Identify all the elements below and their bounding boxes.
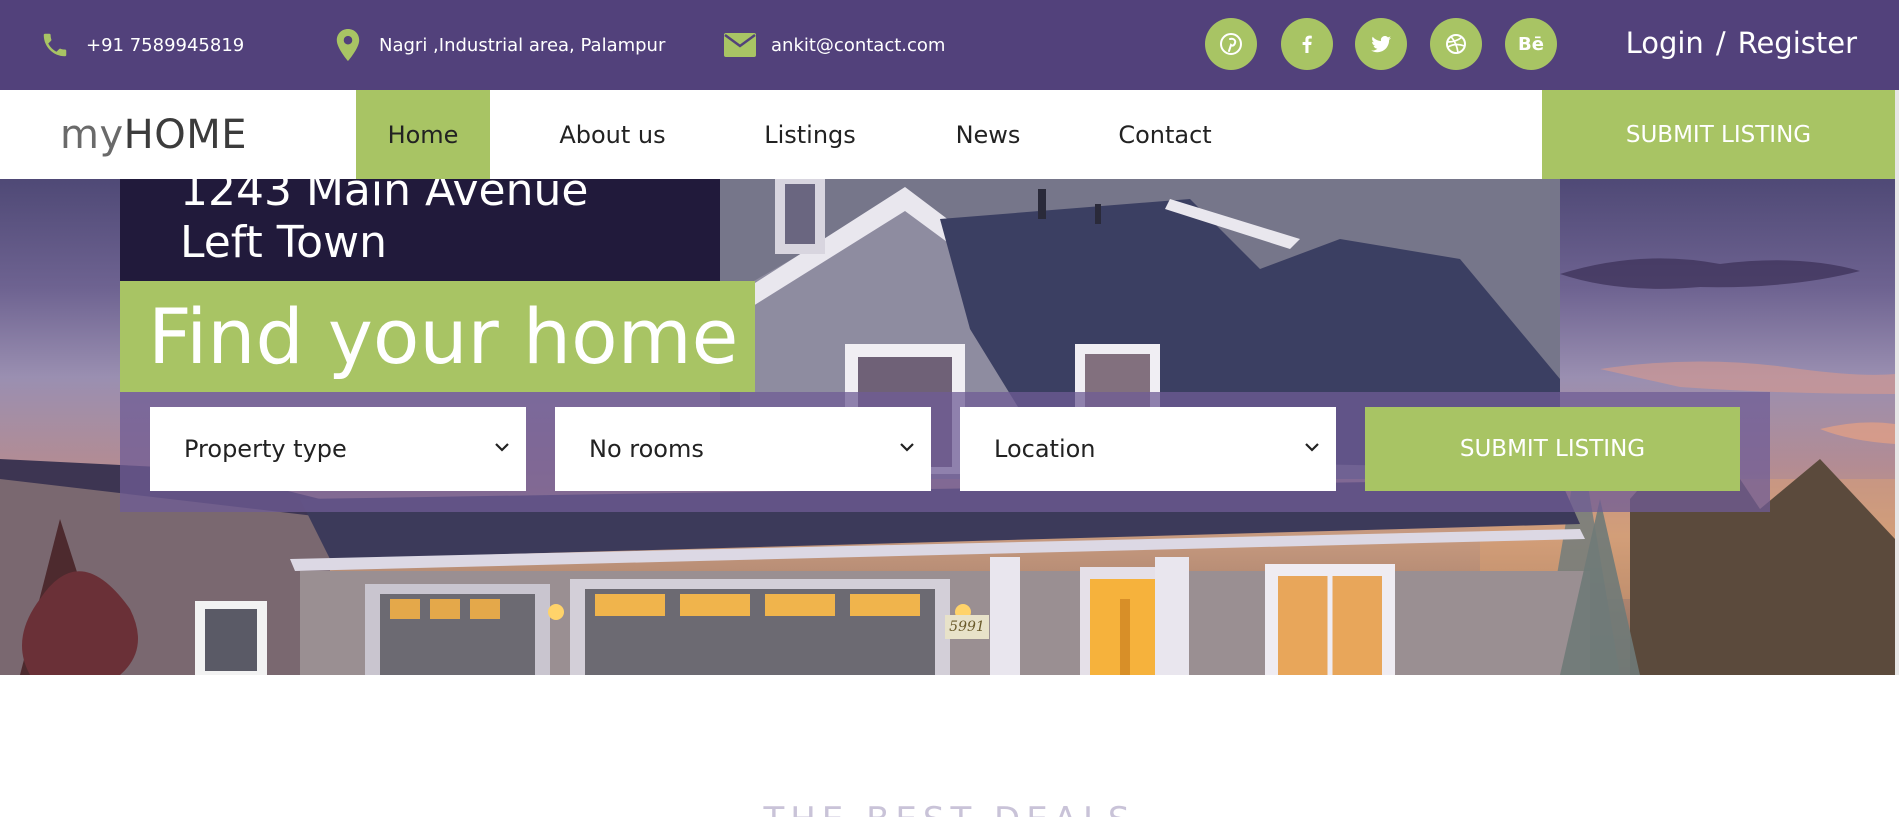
address-panel: 1243 Main Avenue Left Town [120, 179, 720, 281]
house-number-plate: 5991 [945, 615, 989, 639]
rooms-value: No rooms [589, 435, 704, 463]
location-select[interactable]: Location [960, 407, 1336, 491]
envelope-icon [723, 28, 757, 62]
pinterest-icon [1220, 33, 1242, 55]
email-text: ankit@contact.com [771, 34, 946, 56]
phone-icon [38, 28, 72, 62]
hero-headline: Find your home [120, 281, 755, 392]
submit-listing-button[interactable]: SUBMIT LISTING [1542, 90, 1895, 179]
contact-email[interactable]: ankit@contact.com [723, 0, 945, 90]
facebook-button[interactable] [1281, 18, 1333, 70]
phone-number: +91 7589945819 [86, 34, 245, 56]
address-line-2: Left Town [180, 217, 387, 268]
rooms-select[interactable]: No rooms [555, 407, 931, 491]
address-line-1: 1243 Main Avenue [180, 179, 589, 216]
property-type-value: Property type [184, 435, 347, 463]
search-submit-button[interactable]: SUBMIT LISTING [1365, 407, 1740, 491]
property-search-form: Property type No rooms Location SUBMIT L… [120, 392, 1770, 512]
chevron-down-icon [495, 443, 509, 452]
logo-my: my [60, 111, 124, 158]
dribbble-icon [1446, 34, 1466, 54]
behance-icon: Bē [1518, 33, 1544, 55]
contact-address: Nagri ,Industrial area, Palampur [331, 0, 665, 90]
facebook-icon [1302, 35, 1312, 53]
property-type-select[interactable]: Property type [150, 407, 526, 491]
auth-links: Login / Register [1626, 26, 1857, 60]
chevron-down-icon [1305, 443, 1319, 452]
twitter-button[interactable] [1355, 18, 1407, 70]
nav-home[interactable]: Home [356, 90, 490, 179]
page-scrollbar[interactable] [1895, 90, 1899, 675]
section-title: THE BEST DEALS [0, 800, 1899, 817]
hero-banner: 5991 1243 Main Avenue Left Town Find you… [0, 179, 1895, 675]
login-link[interactable]: Login [1626, 26, 1704, 60]
address-text: Nagri ,Industrial area, Palampur [379, 34, 666, 56]
pinterest-button[interactable] [1205, 18, 1257, 70]
location-value: Location [994, 435, 1096, 463]
register-link[interactable]: Register [1738, 26, 1857, 60]
top-contact-bar: +91 7589945819 Nagri ,Industrial area, P… [0, 0, 1899, 90]
twitter-icon [1371, 35, 1391, 53]
logo-home: HOME [123, 111, 247, 158]
auth-separator: / [1715, 26, 1726, 60]
site-logo[interactable]: my HOME [60, 90, 247, 179]
house-number: 5991 [949, 619, 985, 635]
nav-listings[interactable]: Listings [740, 90, 880, 179]
location-pin-icon [331, 28, 365, 62]
main-nav: my HOME Home About us Listings News Conta… [0, 90, 1899, 179]
dribbble-button[interactable] [1430, 18, 1482, 70]
contact-phone[interactable]: +91 7589945819 [38, 0, 244, 90]
nav-news[interactable]: News [940, 90, 1036, 179]
behance-button[interactable]: Bē [1505, 18, 1557, 70]
nav-about-us[interactable]: About us [540, 90, 685, 179]
chevron-down-icon [900, 443, 914, 452]
nav-contact[interactable]: Contact [1100, 90, 1230, 179]
